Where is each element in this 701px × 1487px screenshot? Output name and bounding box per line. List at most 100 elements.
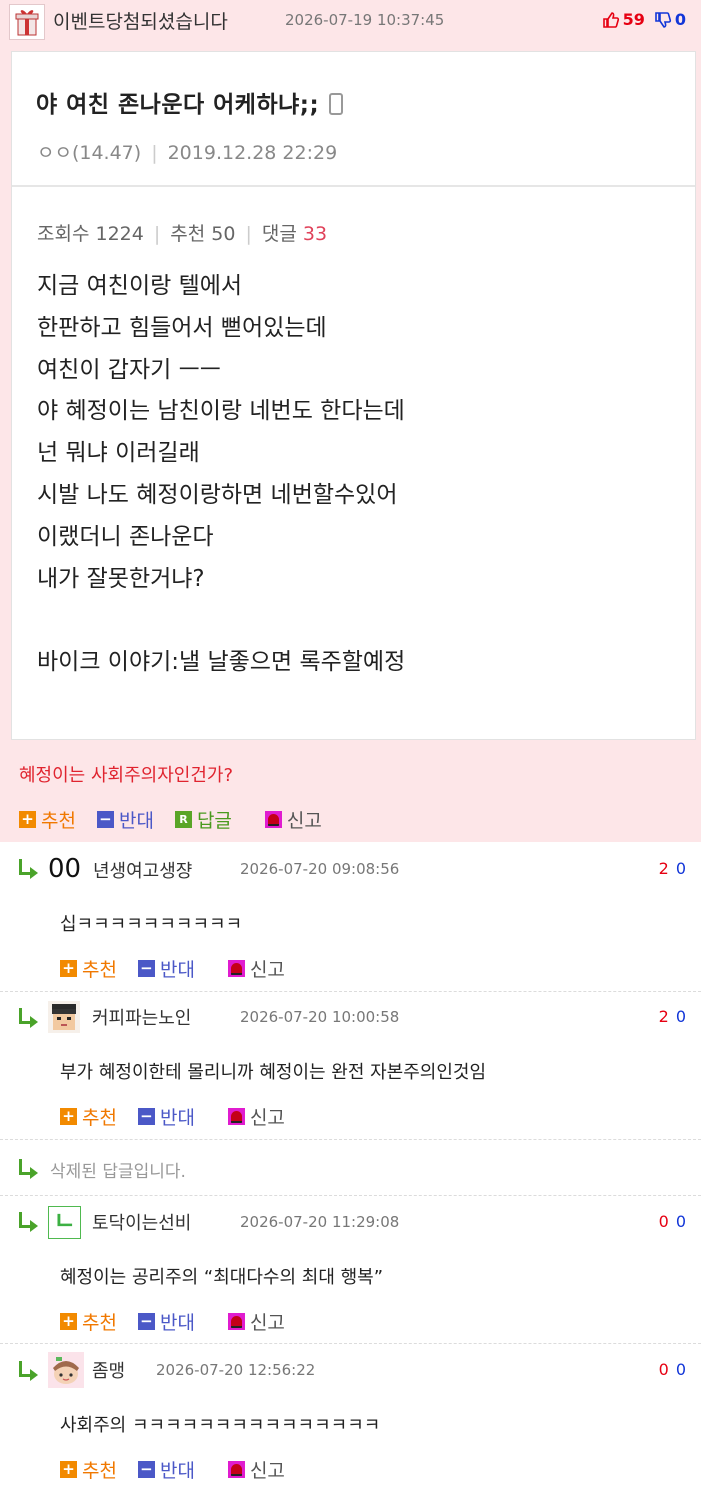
comment-date: 2026-07-20 12:56:22 [156,1361,316,1379]
comment-down-count: 0 [675,1360,686,1379]
comment-text: 부가 혜정이한테 몰리니까 혜정이는 완전 자본주의인것임 [60,1062,487,1083]
comment-nickname[interactable]: 좀맹 [92,1357,125,1383]
plus-icon: + [60,1108,77,1125]
gift-icon [9,4,45,40]
embed-body-line [37,600,405,642]
mobile-phone-icon [329,93,344,115]
plus-icon: + [60,1313,77,1330]
comment-down-count: 0 [675,1007,686,1026]
embed-body-line: 지금 여친이랑 텔에서 [37,273,243,299]
comment-date: 2026-07-20 10:00:58 [240,1008,400,1026]
comment-actions: + 추천 − 반대 신고 [60,955,306,982]
reply-arrow-icon [19,859,41,879]
comment-votes: 00 [659,1212,686,1231]
siren-icon [227,1108,245,1125]
minus-icon: − [137,1313,155,1330]
embed-title-text: 야 여친 존나운다 어케하냐;; [36,92,320,118]
comment-up-count: 0 [658,1212,669,1231]
oppose-label: 반대 [159,1312,195,1334]
comment-nickname[interactable]: 커피파는노인 [92,1004,191,1030]
comment-votes: 20 [659,859,686,878]
embed-meta: ㅇㅇ(14.47) | 2019.12.28 22:29 [37,142,338,164]
report-label: 신고 [249,1460,285,1482]
minus-icon: − [137,1108,155,1125]
recommend-label: 추천 [82,959,117,981]
recommend-button[interactable]: + 추천 [60,1308,117,1335]
downvote-count: 0 [674,10,686,29]
oppose-button[interactable]: − 반대 [137,955,195,982]
recommend-button[interactable]: + 추천 [19,806,76,833]
post-section: 이벤트당첨되셨습니다 2026-07-19 10:37:45 59 0 야 여친… [0,0,701,842]
comment-item: 커피파는노인 2026-07-20 10:00:58 20 부가 혜정이한테 몰… [0,992,701,1140]
reply-arrow-icon [19,1361,41,1381]
comment-text: 사회주의 ㅋㅋㅋㅋㅋㅋㅋㅋㅋㅋㅋㅋㅋㅋㅋ [60,1415,381,1436]
post-header: 이벤트당첨되셨습니다 2026-07-19 10:37:45 59 0 [0,0,701,44]
reply-arrow-icon [19,1008,41,1028]
report-button[interactable]: 신고 [227,1308,285,1335]
oppose-button[interactable]: − 반대 [137,1103,195,1130]
comment-date: 2026-07-20 09:08:56 [240,860,400,878]
deleted-comment-text: 삭제된 답글입니다. [50,1162,186,1182]
recommend-button[interactable]: + 추천 [60,1456,117,1483]
comment-item: 좀맹 2026-07-20 12:56:22 00 사회주의 ㅋㅋㅋㅋㅋㅋㅋㅋㅋ… [0,1344,701,1487]
reply-label: 답글 [196,810,232,832]
thumbs-up-icon[interactable] [602,11,620,29]
minus-icon: − [137,960,155,977]
upvote-count: 59 [622,10,645,29]
post-actions: + 추천 − 반대 R 답글 신고 [19,806,343,833]
report-button[interactable]: 신고 [227,1456,285,1483]
oppose-button[interactable]: − 반대 [96,806,154,833]
embed-body-line: 이랬더니 존나운다 [37,523,214,550]
embed-body-line: 야 혜정이는 남친이랑 네번도 한다는데 [37,398,405,425]
embed-date: 2019.12.28 22:29 [167,142,338,164]
embed-stats: 조회수 1224 | 추천 50 | 댓글 33 [37,223,328,245]
report-label: 신고 [249,959,285,981]
report-label: 신고 [249,1107,285,1129]
recommend-label: 추천 [82,1460,117,1482]
comment-actions: + 추천 − 반대 신고 [60,1308,306,1335]
recommend-button[interactable]: + 추천 [60,1103,117,1130]
oppose-button[interactable]: − 반대 [137,1456,195,1483]
comment-down-count: 0 [675,1212,686,1231]
embed-body-line: 한판하고 힘들어서 뻗어있는데 [37,314,327,341]
embed-recommend: 추천 50 [170,223,236,245]
post-author[interactable]: 이벤트당첨되셨습니다 [53,7,228,34]
report-button[interactable]: 신고 [227,1103,285,1130]
embed-body-line: 내가 잘못한거냐? [37,565,205,592]
recommend-label: 추천 [41,810,76,832]
embed-body-line: 여친이 갑자기 ㅡㅡ [37,356,221,383]
green-glyph-icon: ㄴ [48,1206,81,1239]
oppose-label: 반대 [118,810,154,832]
comment-item: 00 년생여고생쟝 2026-07-20 09:08:56 20 십ㅋㅋㅋㅋㅋㅋ… [0,842,701,992]
comment-nickname[interactable]: 년생여고생쟝 [93,857,192,883]
deleted-comment: 삭제된 답글입니다. [0,1140,701,1196]
reply-button[interactable]: R 답글 [174,806,232,833]
embed-comments-label: 댓글 [261,223,297,245]
comment-up-count: 2 [658,1007,669,1026]
comment-nickname-prefix[interactable]: 00 [48,854,81,884]
report-label: 신고 [286,810,322,832]
siren-icon [227,1461,245,1478]
comment-actions: + 추천 − 반대 신고 [60,1456,306,1483]
cartoon-character-icon [48,1352,84,1388]
minus-icon: − [96,811,114,828]
thumbs-down-icon[interactable] [654,11,672,29]
report-button[interactable]: 신고 [227,955,285,982]
embedded-screenshot: 야 여친 존나운다 어케하냐;; ㅇㅇ(14.47) | 2019.12.28 22… [11,51,696,740]
siren-icon [227,1313,245,1330]
comment-votes: 20 [659,1007,686,1026]
oppose-button[interactable]: − 반대 [137,1308,195,1335]
comment-text: 혜정이는 공리주의 “최대다수의 최대 행복” [60,1267,384,1288]
oppose-label: 반대 [159,959,195,981]
recommend-button[interactable]: + 추천 [60,955,117,982]
siren-icon [264,811,282,828]
comment-date: 2026-07-20 11:29:08 [240,1213,400,1231]
embed-body-line: 바이크 이야기:낼 날좋으면 록주할예정 [37,649,406,676]
report-button[interactable]: 신고 [264,806,322,833]
plus-icon: + [60,960,77,977]
comment-up-count: 0 [658,1360,669,1379]
embed-author: ㅇㅇ(14.47) [37,142,142,164]
comment-nickname[interactable]: 토닥이는선비 [92,1209,191,1235]
embed-body-line: 넌 뭐냐 이러길래 [37,440,200,467]
reply-arrow-icon [19,1212,41,1232]
